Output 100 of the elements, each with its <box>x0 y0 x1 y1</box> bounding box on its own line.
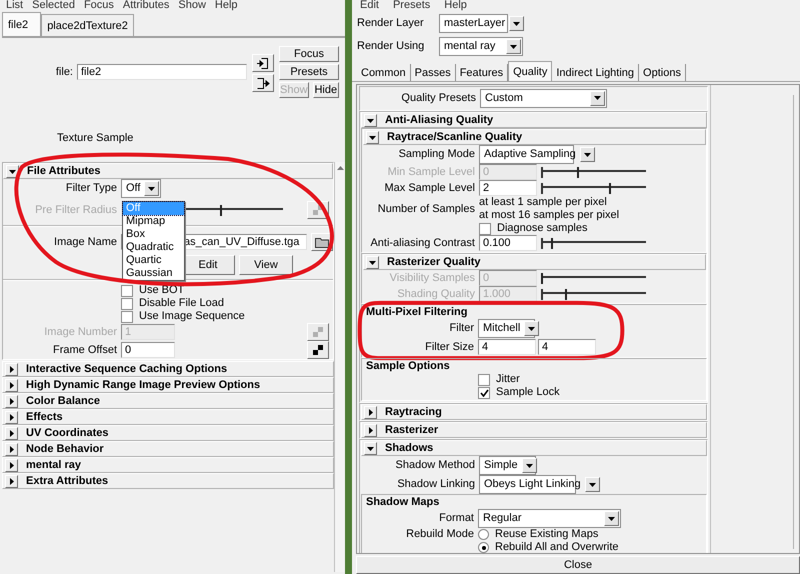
group-title: Shadow Maps <box>365 495 440 509</box>
caret-icon <box>509 16 524 31</box>
triangle-right-icon[interactable] <box>5 458 18 472</box>
tab[interactable]: file2 <box>2 12 42 36</box>
menu-item[interactable]: Focus <box>84 0 114 12</box>
button[interactable]: View <box>239 255 293 275</box>
section-header[interactable]: High Dynamic Range Image Preview Options <box>2 377 334 393</box>
checkbox-label[interactable]: Jitter <box>496 373 520 386</box>
info-text: at least 1 sample per pixel <box>479 196 608 209</box>
box-arrow-in-icon <box>256 56 270 70</box>
section-header[interactable]: Raytracing <box>361 404 707 420</box>
slider-track[interactable] <box>541 166 646 178</box>
checker-icon <box>313 205 323 215</box>
slider-track[interactable] <box>541 272 646 284</box>
section-title: Rasterizer <box>385 424 438 436</box>
close-button[interactable]: Close <box>356 556 800 574</box>
input-field[interactable]: 2 <box>479 180 537 196</box>
section-title: Interactive Sequence Caching Options <box>26 363 228 375</box>
menu-item[interactable]: Help <box>214 0 238 12</box>
slider-track[interactable] <box>541 182 646 194</box>
section-header[interactable]: File Attributes <box>3 163 333 179</box>
dropdown-option[interactable]: Gaussian <box>123 267 184 280</box>
scrollbar[interactable] <box>334 162 345 572</box>
section-title: Raytrace/Scanline Quality <box>387 131 522 143</box>
field-label: Frame Offset <box>52 344 118 356</box>
menu-item[interactable]: Show <box>178 0 206 12</box>
triangle-down-icon[interactable] <box>366 256 379 268</box>
menu-item[interactable]: List <box>6 0 24 12</box>
slider-track[interactable] <box>541 238 646 248</box>
triangle-right-icon[interactable] <box>5 410 18 424</box>
triangle-down-icon[interactable] <box>364 114 377 126</box>
output-button[interactable] <box>252 74 274 92</box>
checkbox[interactable] <box>478 374 490 386</box>
section-header[interactable]: Rasterizer Quality <box>363 254 706 270</box>
input-field[interactable]: 0.100 <box>479 235 537 251</box>
triangle-down-icon[interactable] <box>6 164 19 178</box>
input-field[interactable]: 4 <box>538 339 596 355</box>
triangle-down-icon[interactable] <box>366 130 379 144</box>
field-label: Quality Presets <box>400 92 477 104</box>
dropdown-option[interactable]: Mipmap <box>123 215 184 228</box>
button[interactable]: Focus <box>279 46 339 62</box>
triangle-right-icon[interactable] <box>364 424 377 436</box>
radio-button[interactable] <box>478 542 489 553</box>
texture-sample-label: Texture Sample <box>56 132 134 144</box>
button[interactable]: Hide <box>312 82 339 98</box>
menu-item[interactable]: Edit <box>360 0 379 12</box>
menu-item[interactable]: Help <box>444 0 467 12</box>
checkbox[interactable] <box>121 310 133 322</box>
radio-label[interactable]: Rebuild All and Overwrite <box>495 541 619 553</box>
section-title: Rasterizer Quality <box>387 256 481 268</box>
dropdown[interactable]: Regular <box>478 509 621 528</box>
triangle-right-icon[interactable] <box>5 378 18 392</box>
map-button[interactable] <box>307 341 329 359</box>
section-title: Extra Attributes <box>26 475 108 487</box>
button[interactable]: Presets <box>279 64 339 80</box>
dropdown[interactable]: mental ray <box>439 37 523 56</box>
section-header[interactable]: Node Behavior <box>2 441 334 457</box>
section-header[interactable]: Anti-Aliasing Quality <box>361 112 707 128</box>
dropdown-option[interactable]: Quartic <box>123 254 184 267</box>
checkbox[interactable] <box>479 222 491 234</box>
section-header[interactable]: mental ray <box>2 457 334 473</box>
triangle-right-icon[interactable] <box>5 442 18 456</box>
section-header[interactable]: Shadows <box>361 440 707 456</box>
radio-label[interactable]: Reuse Existing Maps <box>495 528 598 541</box>
tab[interactable]: Quality <box>508 61 552 81</box>
checkbox-label[interactable]: Sample Lock <box>496 386 560 399</box>
checkbox[interactable] <box>121 284 133 296</box>
dropdown[interactable]: Simple <box>479 456 536 475</box>
checkbox-label[interactable]: Disable File Load <box>139 297 224 310</box>
dropdown[interactable]: Off <box>121 179 162 198</box>
triangle-down-icon[interactable] <box>364 442 377 454</box>
dropdown[interactable]: Custom <box>480 88 607 108</box>
checkbox[interactable] <box>478 386 490 398</box>
input-field[interactable]: 0 <box>121 342 175 358</box>
triangle-right-icon[interactable] <box>5 474 18 488</box>
checkbox[interactable] <box>121 298 133 310</box>
slider-thumb[interactable] <box>608 182 611 194</box>
triangle-right-icon[interactable] <box>5 426 18 440</box>
section-header[interactable]: Effects <box>2 409 334 425</box>
triangle-right-icon[interactable] <box>364 406 377 418</box>
slider-thumb[interactable] <box>551 238 554 248</box>
section-header[interactable]: UV Coordinates <box>2 425 334 441</box>
section-header[interactable]: Interactive Sequence Caching Options <box>2 361 334 377</box>
slider-track[interactable] <box>541 288 646 300</box>
radio-button[interactable] <box>478 529 489 540</box>
section-header[interactable]: Extra Attributes <box>2 473 334 489</box>
tab[interactable]: place2dTexture2 <box>41 14 134 36</box>
triangle-right-icon[interactable] <box>5 362 18 376</box>
triangle-right-icon[interactable] <box>5 394 18 408</box>
menu-item[interactable]: Attributes <box>122 0 170 12</box>
checkbox-label[interactable]: Diagnose samples <box>497 222 588 235</box>
input-field[interactable]: 4 <box>478 339 536 355</box>
input-button[interactable] <box>252 54 274 72</box>
section-header[interactable]: Color Balance <box>2 393 334 409</box>
section-header[interactable]: Raytrace/Scanline Quality <box>363 129 706 145</box>
menu-item[interactable]: Selected <box>32 0 75 12</box>
section-header[interactable]: Rasterizer <box>361 422 707 438</box>
input-field[interactable]: file2 <box>77 64 247 80</box>
checkbox-label[interactable]: Use Image Sequence <box>139 310 245 323</box>
menu-item[interactable]: Presets <box>392 0 430 12</box>
